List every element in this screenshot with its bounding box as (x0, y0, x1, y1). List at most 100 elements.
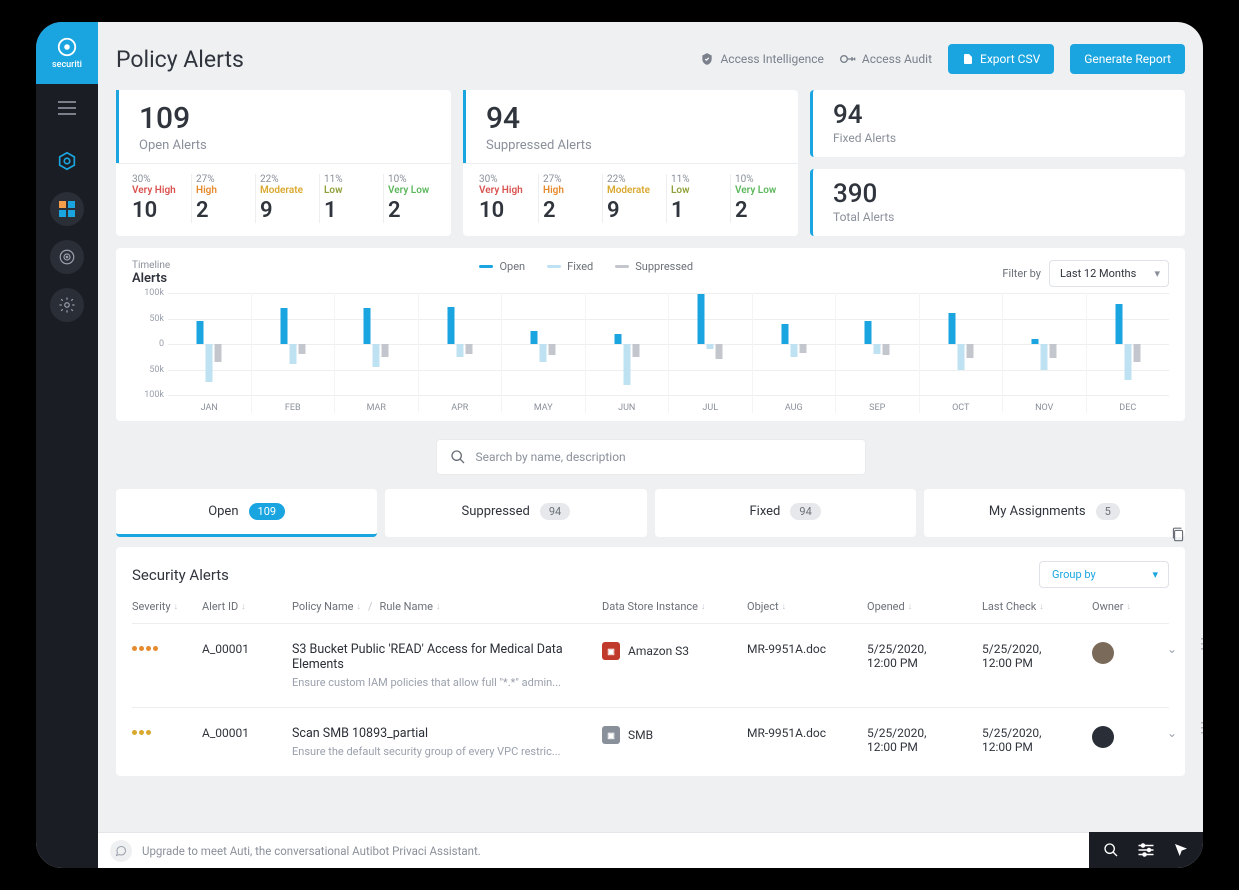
last-check-cell: 5/25/2020,12:00 PM (982, 726, 1092, 754)
col-owner[interactable]: Owner↓ (1092, 600, 1152, 613)
severity-cell: 10%Very Low2 (383, 174, 447, 223)
severity-cell: 22%Moderate9 (255, 174, 319, 223)
chat-icon[interactable] (110, 840, 132, 862)
severity-cell: 10%Very Low2 (730, 174, 794, 223)
fixed-alerts-card: 94 Fixed Alerts (810, 90, 1185, 157)
col-data-store[interactable]: Data Store Instance↓ (602, 600, 747, 613)
table-title: Security Alerts (132, 566, 229, 584)
timeline-subtitle: Timeline (132, 260, 170, 271)
alerts-table-card: Security Alerts Group by ▾ Severity↓ Ale… (116, 547, 1185, 776)
severity-cell: 30%Very High10 (128, 174, 191, 223)
group-by-select[interactable]: Group by ▾ (1039, 561, 1169, 588)
object-cell: MR-9951A.doc (747, 726, 867, 740)
brand-name: securiti (52, 60, 82, 70)
month-column: AUG (752, 293, 836, 413)
fixed-alerts-label: Fixed Alerts (833, 131, 1165, 145)
chevron-down-icon: ▾ (1154, 267, 1160, 280)
severity-cell: 11%Low1 (319, 174, 383, 223)
col-opened[interactable]: Opened↓ (867, 600, 982, 613)
opened-cell: 5/25/2020,12:00 PM (867, 726, 982, 754)
month-column: JAN (168, 293, 251, 413)
sidebar: securiti (36, 22, 98, 868)
timeline-filter-select[interactable]: Last 12 Months ▾ (1049, 260, 1169, 287)
open-alerts-card: 109 Open Alerts 30%Very High1027%High222… (116, 90, 451, 236)
legend-item: Suppressed (615, 260, 693, 273)
open-alerts-value: 109 (139, 104, 431, 134)
total-alerts-value: 390 (833, 181, 1165, 207)
suppressed-alerts-value: 94 (486, 104, 778, 134)
timeline-chart: 100k50k050k100k JANFEBMARAPRMAYJUNJULAUG… (132, 293, 1169, 413)
col-alert-id[interactable]: Alert ID↓ (202, 600, 292, 613)
legend-item: Open (479, 260, 525, 273)
nav-hexagon-icon[interactable] (50, 144, 84, 178)
timeline-title: Alerts (132, 271, 170, 286)
cursor-icon[interactable] (1173, 842, 1189, 858)
total-alerts-card: 390 Total Alerts (810, 169, 1185, 236)
expand-row-icon[interactable]: ⌄ (1152, 642, 1192, 656)
chevron-down-icon: ▾ (1152, 568, 1158, 581)
footer-bar: Upgrade to meet Auti, the conversational… (98, 832, 1203, 868)
owner-cell (1092, 642, 1152, 664)
col-policy[interactable]: Policy Name↓/Rule Name↓ (292, 600, 602, 613)
opened-cell: 5/25/2020,12:00 PM (867, 642, 982, 670)
alert-id: A_00001 (202, 642, 292, 656)
copy-icon[interactable] (1171, 527, 1185, 547)
tab-suppressed[interactable]: Suppressed94 (385, 489, 646, 537)
search-input[interactable]: Search by name, description (436, 439, 866, 475)
tab-fixed[interactable]: Fixed94 (655, 489, 916, 537)
sliders-icon[interactable] (1137, 842, 1155, 858)
expand-row-icon[interactable]: ⌄ (1152, 726, 1192, 740)
generate-report-button[interactable]: Generate Report (1070, 44, 1185, 74)
search-icon[interactable] (1103, 842, 1119, 858)
alert-id: A_00001 (202, 726, 292, 740)
month-column: JUL (668, 293, 752, 413)
row-kebab-icon[interactable] (1192, 642, 1203, 647)
month-column: JUN (585, 293, 669, 413)
filter-label: Filter by (1002, 267, 1041, 280)
suppressed-alerts-card: 94 Suppressed Alerts 30%Very High1027%Hi… (463, 90, 798, 236)
access-intelligence-link[interactable]: Access Intelligence (700, 52, 823, 66)
severity-dots (132, 642, 202, 651)
data-store-cell: ▣Amazon S3 (602, 642, 747, 660)
tab-open[interactable]: Open109 (116, 489, 377, 537)
total-alerts-label: Total Alerts (833, 210, 1165, 224)
severity-cell: 27%High2 (538, 174, 602, 223)
legend-item: Fixed (547, 260, 593, 273)
timeline-chart-card: Timeline Alerts Open Fixed Suppressed Filt… (116, 248, 1185, 421)
row-kebab-icon[interactable] (1192, 726, 1203, 731)
month-column: SEP (835, 293, 919, 413)
open-alerts-label: Open Alerts (139, 138, 431, 153)
severity-cell: 27%High2 (191, 174, 255, 223)
table-row[interactable]: A_00001 S3 Bucket Public 'READ' Access f… (132, 623, 1169, 707)
nav-dashboard-icon[interactable] (50, 192, 84, 226)
col-last-check[interactable]: Last Check↓ (982, 600, 1092, 613)
col-object[interactable]: Object↓ (747, 600, 867, 613)
severity-cell: 30%Very High10 (475, 174, 538, 223)
severity-cell: 11%Low1 (666, 174, 730, 223)
month-column: DEC (1086, 293, 1170, 413)
export-csv-button[interactable]: Export CSV (948, 44, 1054, 74)
policy-cell: Scan SMB 10893_partialEnsure the default… (292, 726, 602, 758)
access-audit-link[interactable]: Access Audit (840, 52, 932, 66)
tab-my-assignments[interactable]: My Assignments5 (924, 489, 1185, 537)
col-severity[interactable]: Severity↓ (132, 600, 202, 613)
month-column: MAR (334, 293, 418, 413)
brand-logo[interactable]: securiti (36, 22, 98, 84)
month-column: NOV (1002, 293, 1086, 413)
hamburger-menu-icon[interactable] (36, 84, 98, 132)
severity-cell: 22%Moderate9 (602, 174, 666, 223)
search-icon (450, 449, 466, 465)
month-column: FEB (251, 293, 335, 413)
severity-dots (132, 726, 202, 735)
page-title: Policy Alerts (116, 46, 244, 73)
nav-gear-icon[interactable] (50, 288, 84, 322)
footer-text: Upgrade to meet Auti, the conversational… (142, 844, 481, 858)
nav-target-icon[interactable] (50, 240, 84, 274)
last-check-cell: 5/25/2020,12:00 PM (982, 642, 1092, 670)
dev-tools-bar (1089, 832, 1203, 868)
chart-legend: Open Fixed Suppressed (479, 260, 693, 273)
fixed-alerts-value: 94 (833, 102, 1165, 128)
object-cell: MR-9951A.doc (747, 642, 867, 656)
page-header: Policy Alerts Access Intelligence Access… (116, 22, 1185, 82)
table-row[interactable]: A_00001 Scan SMB 10893_partialEnsure the… (132, 707, 1169, 776)
